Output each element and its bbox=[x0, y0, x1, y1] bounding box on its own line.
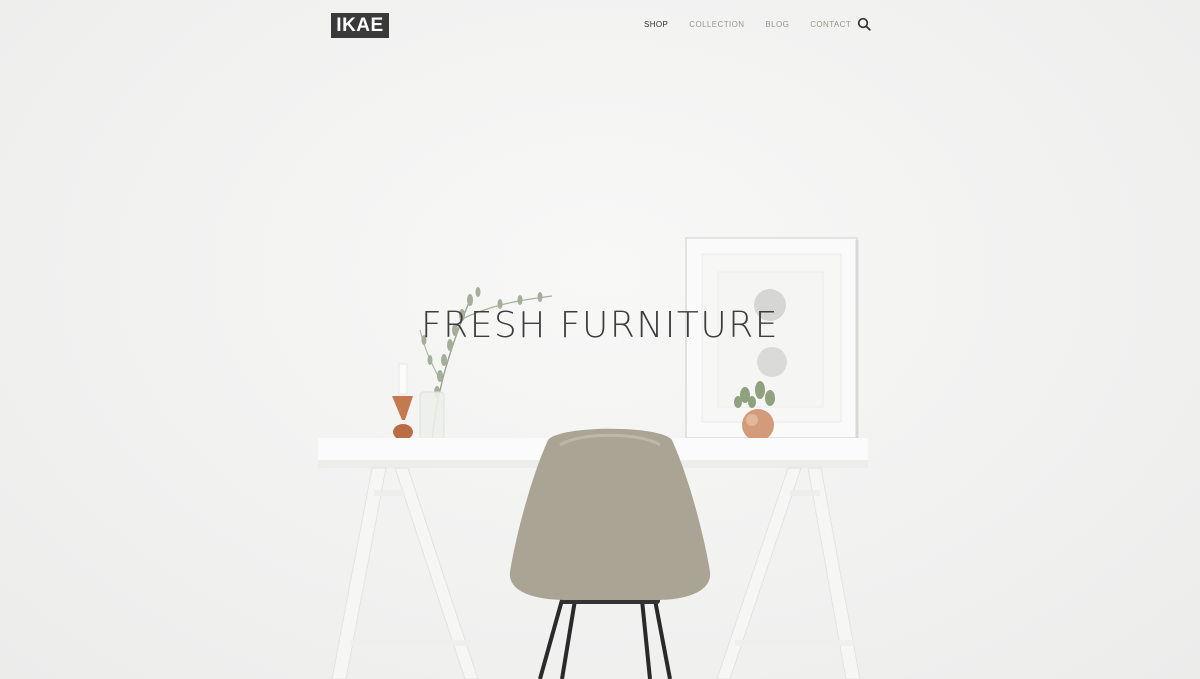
chair bbox=[509, 428, 711, 679]
hero-title: FRESH FURNITURE bbox=[420, 305, 780, 346]
nav-contact[interactable]: CONTACT bbox=[810, 20, 851, 29]
search-icon[interactable] bbox=[857, 17, 871, 31]
nav-shop[interactable]: SHOP bbox=[644, 20, 668, 29]
nav-collection[interactable]: COLLECTION bbox=[689, 20, 744, 29]
candle-holder bbox=[392, 363, 413, 440]
site-header: IKAE SHOP COLLECTION BLOG CONTACT bbox=[331, 13, 871, 39]
logo[interactable]: IKAE bbox=[331, 13, 389, 38]
main-nav: SHOP COLLECTION BLOG CONTACT bbox=[644, 20, 872, 29]
page: IKAE SHOP COLLECTION BLOG CONTACT FRESH … bbox=[0, 0, 1200, 679]
nav-blog[interactable]: BLOG bbox=[765, 20, 789, 29]
